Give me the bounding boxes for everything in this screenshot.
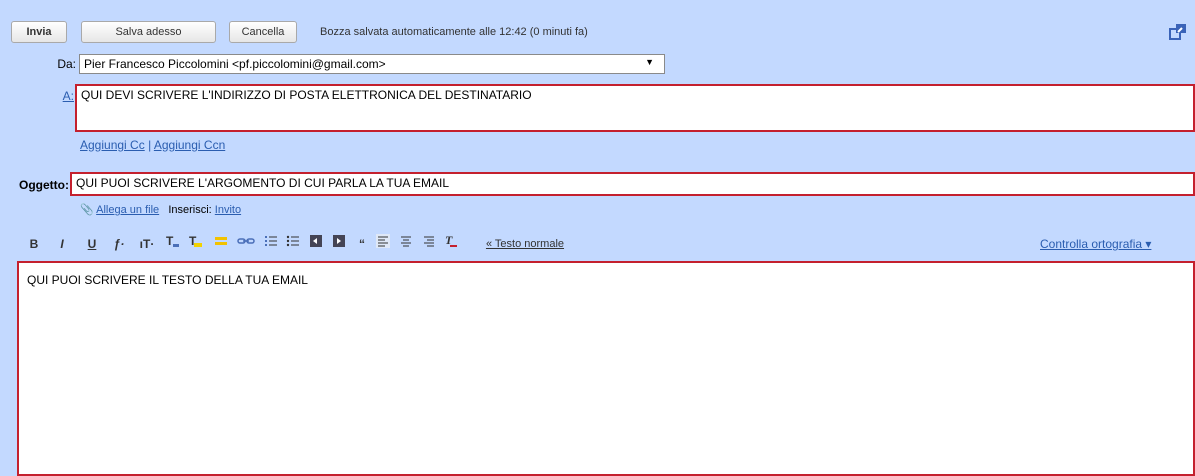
italic-button[interactable]: I: [55, 233, 69, 255]
autosave-status: Bozza salvata automaticamente alle 12:42…: [320, 26, 588, 38]
subject-label: Oggetto:: [19, 178, 69, 192]
underline-button[interactable]: U: [85, 233, 99, 255]
cancel-button[interactable]: Cancella: [229, 21, 297, 43]
align-right-icon[interactable]: [421, 233, 437, 255]
plain-text-link[interactable]: « Testo normale: [470, 233, 580, 255]
message-body-text: QUI PUOI SCRIVERE IL TESTO DELLA TUA EMA…: [27, 273, 308, 287]
to-value: QUI DEVI SCRIVERE L'INDIRIZZO DI POSTA E…: [81, 88, 532, 102]
decrease-indent-icon[interactable]: [308, 233, 324, 255]
from-select[interactable]: Pier Francesco Piccolomini <pf.piccolomi…: [79, 54, 665, 74]
emoticon-icon[interactable]: [213, 233, 229, 255]
link-icon[interactable]: [237, 233, 255, 255]
svg-text:T: T: [445, 233, 453, 247]
text-color-icon[interactable]: T: [164, 233, 182, 255]
font-size-button[interactable]: ıT·: [135, 233, 159, 255]
spellcheck-link[interactable]: Controlla ortografia ▾: [1040, 237, 1151, 251]
to-label-link[interactable]: A:: [34, 89, 74, 103]
paperclip-icon: 📎: [80, 204, 94, 216]
to-field[interactable]: QUI DEVI SCRIVERE L'INDIRIZZO DI POSTA E…: [75, 84, 1195, 132]
increase-indent-icon[interactable]: [331, 233, 347, 255]
remove-formatting-icon[interactable]: T: [443, 233, 459, 255]
invite-link[interactable]: Invito: [215, 204, 241, 216]
align-left-icon[interactable]: [375, 233, 391, 255]
popout-window-icon[interactable]: [1168, 22, 1188, 42]
cc-separator: |: [148, 138, 152, 152]
save-now-button[interactable]: Salva adesso: [81, 21, 216, 43]
from-value: Pier Francesco Piccolomini <pf.piccolomi…: [84, 57, 386, 71]
subject-value: QUI PUOI SCRIVERE L'ARGOMENTO DI CUI PAR…: [76, 176, 450, 190]
bulleted-list-icon[interactable]: [285, 233, 301, 255]
bold-button[interactable]: B: [27, 233, 41, 255]
font-button[interactable]: ƒ·: [109, 233, 129, 255]
from-label: Da:: [57, 57, 76, 71]
highlight-color-icon[interactable]: T: [187, 233, 205, 255]
subject-field[interactable]: QUI PUOI SCRIVERE L'ARGOMENTO DI CUI PAR…: [70, 172, 1195, 196]
quote-icon[interactable]: “: [354, 233, 370, 255]
svg-text:T: T: [166, 234, 174, 248]
add-cc-link[interactable]: Aggiungi Cc: [80, 138, 145, 152]
send-button[interactable]: Invia: [11, 21, 67, 43]
numbered-list-icon[interactable]: [263, 233, 279, 255]
dropdown-arrow-icon: ▼: [645, 57, 654, 67]
attach-file-link[interactable]: Allega un file: [96, 204, 159, 216]
add-bcc-link[interactable]: Aggiungi Ccn: [154, 138, 225, 152]
align-center-icon[interactable]: [398, 233, 414, 255]
message-body-field[interactable]: QUI PUOI SCRIVERE IL TESTO DELLA TUA EMA…: [17, 261, 1195, 476]
insert-label: Inserisci:: [168, 204, 212, 216]
